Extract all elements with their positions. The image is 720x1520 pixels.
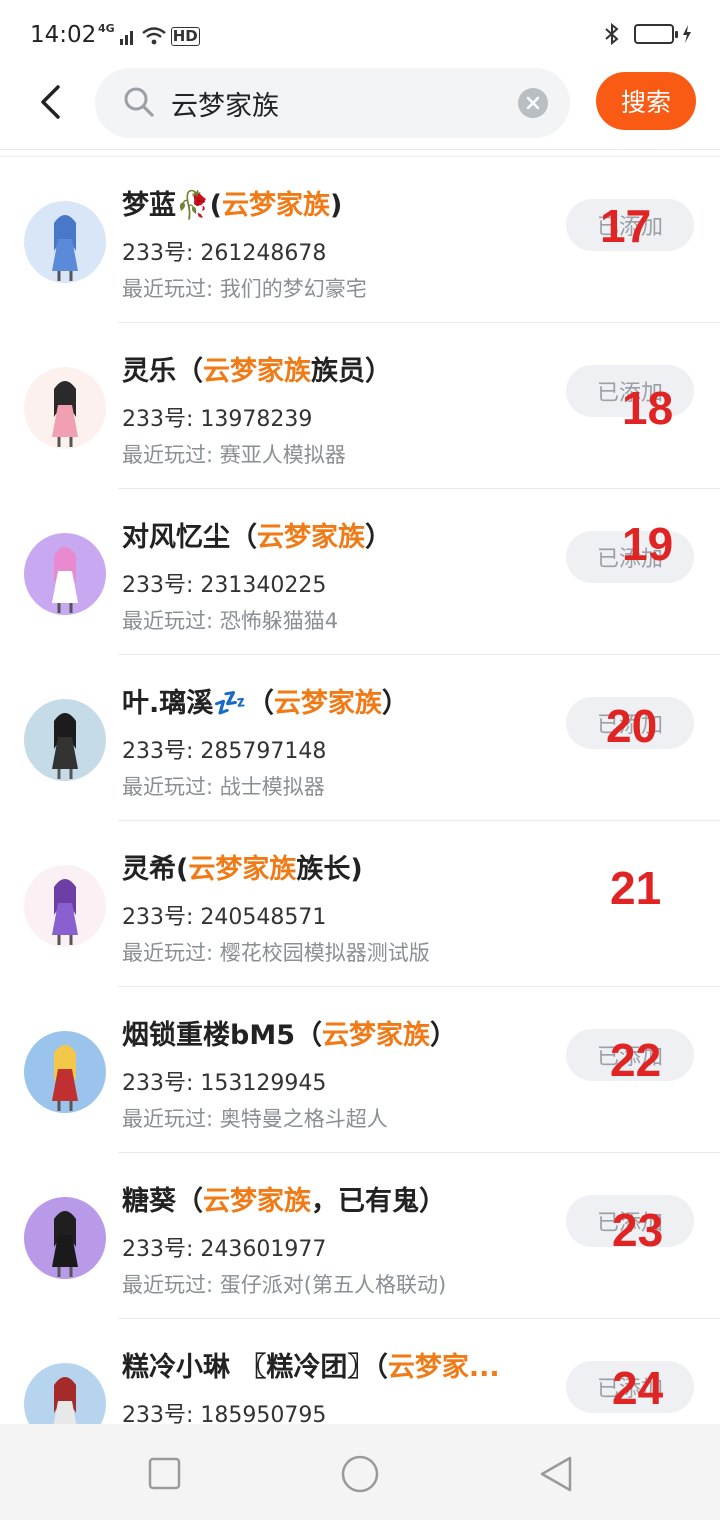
avatar-image (24, 367, 106, 449)
avatar-image (24, 533, 106, 615)
annotation-number: 20 (606, 700, 658, 752)
recently-played: 最近玩过: 战士模拟器 (122, 775, 325, 799)
status-icons-right (604, 22, 692, 46)
avatar[interactable] (24, 533, 106, 615)
family-highlight: 云梦家族 (203, 356, 311, 387)
avatar-image (24, 699, 106, 781)
recent-apps-button[interactable] (142, 1452, 186, 1496)
recently-played: 最近玩过: 我们的梦幻豪宅 (122, 277, 367, 301)
result-row[interactable]: 梦蓝🥀(云梦家族) 233号: 261248678 最近玩过: 我们的梦幻豪宅 … (0, 157, 720, 323)
user-name: 糕冷小琳 〖糕冷团〗（云梦家... (122, 1352, 500, 1383)
user-name: 对风忆尘（云梦家族） (122, 522, 392, 553)
back-nav-button[interactable] (534, 1452, 578, 1496)
recently-played: 最近玩过: 蛋仔派对(第五人格联动) (122, 1273, 447, 1297)
user-name: 烟锁重楼bM5（云梦家族） (122, 1020, 457, 1051)
triangle-back-icon (540, 1456, 572, 1492)
family-highlight: 云梦家族 (273, 688, 382, 719)
search-box[interactable] (95, 68, 570, 138)
result-row[interactable]: 糕冷小琳 〖糕冷团〗（云梦家... 233号: 185950795 已添加 24 (0, 1319, 720, 1424)
avatar-image (24, 865, 106, 947)
home-button[interactable] (338, 1452, 382, 1496)
square-icon (148, 1457, 181, 1490)
clear-search-button[interactable] (518, 88, 548, 118)
user-name: 叶.璃溪💤（云梦家族） (122, 688, 409, 719)
avatar-image (24, 1197, 106, 1279)
back-button[interactable] (30, 80, 70, 124)
search-header: 搜索 (0, 66, 720, 150)
user-id: 233号: 185950795 (122, 1403, 327, 1424)
user-id: 233号: 13978239 (122, 407, 313, 432)
status-icons-left: 4G HD (98, 22, 200, 46)
annotation-number: 18 (622, 382, 674, 434)
hd-badge: HD (170, 27, 200, 46)
charging-icon (683, 25, 691, 43)
user-name: 梦蓝🥀(云梦家族) (122, 190, 343, 221)
avatar[interactable] (24, 1031, 106, 1113)
family-highlight: 云梦家族 (221, 190, 330, 221)
family-highlight: 云梦家族 (321, 1020, 430, 1051)
avatar[interactable] (24, 367, 106, 449)
avatar[interactable] (24, 865, 106, 947)
result-row[interactable]: 对风忆尘（云梦家族） 233号: 231340225 最近玩过: 恐怖躲猫猫4 … (0, 489, 720, 655)
search-input[interactable] (171, 80, 501, 126)
wifi-icon (141, 27, 166, 45)
avatar-image (24, 1031, 106, 1113)
annotation-number: 17 (600, 200, 652, 252)
status-bar: 14:02 4G HD (0, 0, 720, 66)
user-name: 灵希(云梦家族族长) (122, 854, 363, 885)
result-row[interactable]: 烟锁重楼bM5（云梦家族） 233号: 153129945 最近玩过: 奥特曼之… (0, 987, 720, 1153)
recently-played: 最近玩过: 恐怖躲猫猫4 (122, 609, 339, 633)
user-id: 233号: 285797148 (122, 739, 327, 764)
result-row[interactable]: 灵乐（云梦家族族员） 233号: 13978239 最近玩过: 赛亚人模拟器 已… (0, 323, 720, 489)
family-highlight: 云梦家族 (203, 1186, 311, 1217)
signal-icon (119, 31, 133, 45)
avatar-image (24, 1363, 106, 1424)
chevron-left-icon (41, 85, 60, 119)
user-id: 233号: 243601977 (122, 1237, 327, 1262)
network-type: 4G (98, 22, 115, 35)
result-list[interactable]: 梦蓝🥀(云梦家族) 233号: 261248678 最近玩过: 我们的梦幻豪宅 … (0, 156, 720, 1424)
recently-played: 最近玩过: 奥特曼之格斗超人 (122, 1107, 388, 1131)
user-id: 233号: 231340225 (122, 573, 327, 598)
annotation-number: 24 (612, 1362, 664, 1414)
recently-played: 最近玩过: 樱花校园模拟器测试版 (122, 941, 430, 965)
avatar[interactable] (24, 201, 106, 283)
result-row[interactable]: 糖葵（云梦家族，已有鬼） 233号: 243601977 最近玩过: 蛋仔派对(… (0, 1153, 720, 1319)
user-name: 灵乐（云梦家族族员） (122, 356, 392, 387)
annotation-number: 22 (610, 1034, 662, 1086)
status-time: 14:02 (30, 22, 97, 48)
annotation-number: 21 (610, 862, 662, 914)
result-row[interactable]: 叶.璃溪💤（云梦家族） 233号: 285797148 最近玩过: 战士模拟器 … (0, 655, 720, 821)
battery-icon (634, 24, 678, 44)
user-id: 233号: 153129945 (122, 1071, 327, 1096)
system-nav-bar (0, 1424, 720, 1520)
annotation-number: 19 (622, 518, 674, 570)
user-id: 233号: 240548571 (122, 905, 327, 930)
family-highlight: 云梦家族 (257, 522, 365, 553)
search-icon (124, 87, 154, 117)
avatar[interactable] (24, 1197, 106, 1279)
user-name: 糖葵（云梦家族，已有鬼） (122, 1186, 446, 1217)
user-id: 233号: 261248678 (122, 241, 327, 266)
avatar[interactable] (24, 699, 106, 781)
search-button[interactable]: 搜索 (596, 72, 696, 130)
close-icon (526, 96, 540, 110)
family-highlight: 云梦家族 (188, 854, 297, 885)
avatar[interactable] (24, 1363, 106, 1424)
result-row[interactable]: 灵希(云梦家族族长) 233号: 240548571 最近玩过: 樱花校园模拟器… (0, 821, 720, 987)
family-highlight: 云梦家... (387, 1352, 500, 1383)
bluetooth-icon (605, 22, 619, 46)
annotation-number: 23 (612, 1204, 664, 1256)
recently-played: 最近玩过: 赛亚人模拟器 (122, 443, 346, 467)
circle-icon (341, 1455, 379, 1493)
avatar-image (24, 201, 106, 283)
